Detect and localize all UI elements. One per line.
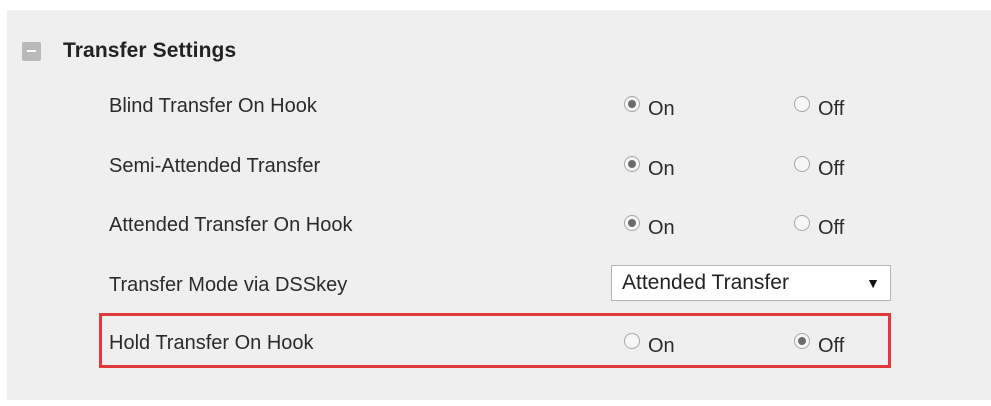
setting-label: Hold Transfer On Hook: [109, 332, 314, 354]
radio-label-off: Off: [818, 98, 845, 120]
radio-label-off: Off: [818, 158, 845, 180]
radio-button-unchecked[interactable]: [794, 214, 810, 231]
setting-row-hold-transfer: Hold Transfer On Hook On Off: [0, 323, 991, 363]
radio-label-on: On: [648, 98, 675, 120]
setting-label: Blind Transfer On Hook: [109, 95, 317, 117]
radio-button-checked[interactable]: [794, 332, 810, 349]
radio-off-option[interactable]: Off: [794, 92, 844, 121]
radio-off-option[interactable]: Off: [794, 329, 844, 358]
radio-label-off: Off: [818, 335, 845, 357]
radio-label-on: On: [648, 217, 675, 239]
radio-button-unchecked[interactable]: [794, 155, 810, 172]
setting-label: Transfer Mode via DSSkey: [109, 274, 348, 296]
radio-label-on: On: [648, 335, 675, 357]
transfer-mode-select[interactable]: Attended Transfer ▼: [611, 265, 891, 301]
select-value: Attended Transfer: [622, 271, 789, 294]
dropdown-arrow-icon[interactable]: ▼: [866, 275, 880, 291]
radio-button-unchecked[interactable]: [794, 95, 810, 112]
radio-on-option[interactable]: On: [624, 211, 675, 240]
setting-row-blind-transfer: Blind Transfer On Hook On Off: [0, 86, 991, 126]
setting-row-attended-transfer: Attended Transfer On Hook On Off: [0, 205, 991, 245]
collapse-minus-icon[interactable]: [22, 41, 41, 61]
radio-button-checked[interactable]: [624, 95, 640, 112]
setting-row-dsskey-mode: Transfer Mode via DSSkey Attended Transf…: [0, 265, 991, 305]
radio-on-option[interactable]: On: [624, 92, 675, 121]
radio-on-option[interactable]: On: [624, 152, 675, 181]
section-header: Transfer Settings: [22, 39, 236, 63]
radio-off-option[interactable]: Off: [794, 211, 844, 240]
setting-row-semi-attended: Semi-Attended Transfer On Off: [0, 146, 991, 186]
setting-label: Semi-Attended Transfer: [109, 155, 321, 177]
radio-button-checked[interactable]: [624, 214, 640, 231]
section-title: Transfer Settings: [63, 39, 237, 62]
radio-on-option[interactable]: On: [624, 329, 675, 358]
setting-label: Attended Transfer On Hook: [109, 214, 353, 236]
radio-label-off: Off: [818, 217, 845, 239]
radio-button-checked[interactable]: [624, 155, 640, 172]
radio-label-on: On: [648, 158, 675, 180]
radio-off-option[interactable]: Off: [794, 152, 844, 181]
radio-button-unchecked[interactable]: [624, 332, 640, 349]
